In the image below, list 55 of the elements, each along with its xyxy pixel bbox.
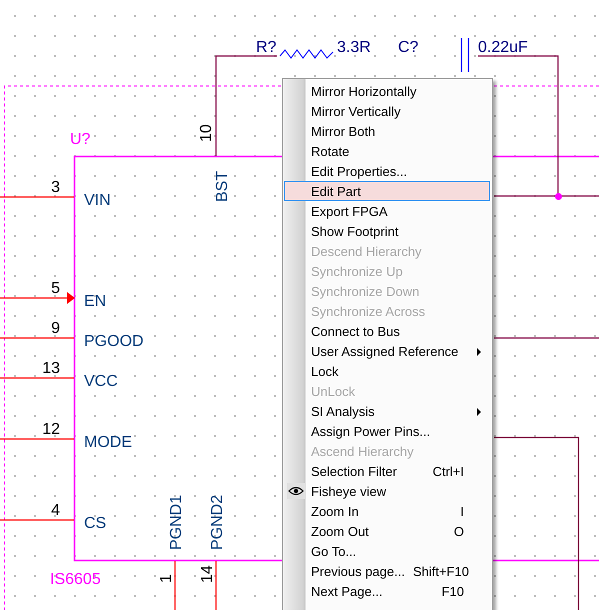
shortcut-label: Shift+F10 bbox=[412, 564, 469, 578]
capacitor-value: 0.22uF bbox=[478, 39, 528, 56]
pin-label: BST bbox=[214, 170, 231, 202]
pin-label: VIN bbox=[84, 192, 111, 209]
menu-item[interactable]: Mirror Horizontally bbox=[284, 81, 490, 101]
pin-number: 10 bbox=[198, 124, 215, 142]
pin-number: 4 bbox=[51, 502, 60, 519]
shortcut-label: Ctrl+I bbox=[432, 464, 464, 478]
pin-number: 1 bbox=[158, 574, 175, 583]
pin-label: VCC bbox=[84, 373, 118, 390]
shortcut-label: O bbox=[454, 524, 464, 538]
pin-label: PGND1 bbox=[168, 494, 185, 550]
menu-item[interactable]: Zoom In I bbox=[284, 501, 490, 521]
menu-item[interactable]: Edit Properties... bbox=[284, 161, 490, 181]
menu-item[interactable]: Mirror Both bbox=[284, 121, 490, 141]
menu-item[interactable]: Rotate bbox=[284, 141, 490, 161]
pin-label: CS bbox=[84, 515, 106, 532]
menu-item[interactable]: Go To... bbox=[284, 541, 490, 561]
shortcut-label: F10 bbox=[442, 584, 464, 598]
pin-line bbox=[215, 561, 217, 610]
pin-label: MODE bbox=[84, 434, 132, 451]
menu-item[interactable]: Selection Filter Ctrl+I bbox=[284, 461, 490, 481]
pin-number: 12 bbox=[42, 421, 60, 438]
junction-dot bbox=[555, 193, 562, 200]
menu-item[interactable]: Next Page... F10 bbox=[284, 581, 490, 601]
pin-label: PGND2 bbox=[209, 494, 226, 550]
pin-label: EN bbox=[84, 293, 106, 310]
menu-item[interactable]: Fisheye view bbox=[284, 481, 490, 501]
pin-label: PGOOD bbox=[84, 333, 144, 350]
menu-item[interactable]: Mirror Vertically bbox=[284, 101, 490, 121]
menu-item[interactable]: Export FPGA bbox=[284, 201, 490, 221]
resistor-value: 3.3R bbox=[337, 39, 371, 56]
menu-item[interactable]: Connect to Bus bbox=[284, 321, 490, 341]
menu-item[interactable]: User Assigned Reference bbox=[284, 341, 490, 361]
pin-number: 13 bbox=[42, 360, 60, 377]
input-arrow-icon bbox=[67, 292, 75, 304]
menu-item[interactable]: Zoom Out O bbox=[284, 521, 490, 541]
capacitor-symbol bbox=[460, 37, 470, 73]
pin-number: 3 bbox=[51, 179, 60, 196]
capacitor-reference: C? bbox=[398, 39, 418, 56]
menu-item[interactable]: Lock bbox=[284, 361, 490, 381]
menu-item[interactable]: SI Analysis bbox=[284, 401, 490, 421]
part-value: IS6605 bbox=[50, 571, 101, 588]
pin-number: 5 bbox=[51, 280, 60, 297]
menu-item[interactable]: Assign Power Pins... bbox=[284, 421, 490, 441]
part-reference: U? bbox=[70, 131, 90, 148]
resistor-reference: R? bbox=[256, 39, 276, 56]
pin-number: 9 bbox=[51, 320, 60, 337]
menu-item[interactable]: Previous page... Shift+F10 bbox=[284, 561, 490, 581]
pin-line bbox=[174, 561, 176, 610]
menu-item[interactable]: Edit Part bbox=[284, 181, 490, 201]
shortcut-label: I bbox=[460, 504, 464, 518]
menu-item[interactable]: Show Footprint bbox=[284, 221, 490, 241]
resistor-symbol bbox=[280, 49, 334, 59]
pin-number: 14 bbox=[199, 565, 216, 583]
